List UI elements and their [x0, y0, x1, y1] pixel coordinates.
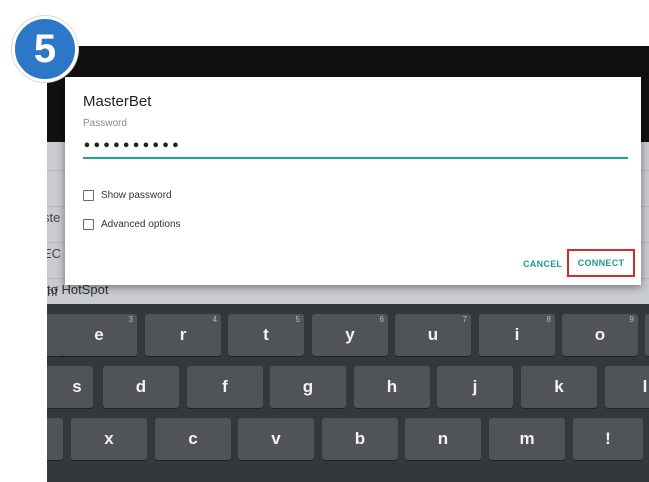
key-l[interactable]: l [605, 366, 649, 408]
key-k[interactable]: k [521, 366, 597, 408]
key-hint: 9 [629, 315, 634, 324]
key-i[interactable]: i 8 [479, 314, 555, 356]
step-number-badge: 5 [12, 16, 78, 82]
key-j[interactable]: j [437, 366, 513, 408]
wifi-password-dialog: MasterBet Password Show password Advance… [65, 77, 641, 285]
key-n[interactable]: n [405, 418, 481, 460]
key-y[interactable]: y 6 [312, 314, 388, 356]
key-label: d [135, 377, 147, 396]
password-label: Password [83, 118, 127, 129]
key-g[interactable]: g [270, 366, 346, 408]
key-hint: 6 [379, 315, 384, 324]
key-label: l [642, 377, 648, 396]
advanced-options-label: Advanced options [101, 218, 181, 230]
key-exclamation[interactable]: ! [573, 418, 643, 460]
key-e[interactable]: e 3 [61, 314, 137, 356]
key-c[interactable]: c [155, 418, 231, 460]
key-label: j [472, 377, 478, 396]
key-label: ! [605, 429, 611, 448]
dialog-title: MasterBet [83, 93, 152, 110]
connect-button[interactable]: CONNECT [578, 258, 625, 268]
key-s[interactable]: s [47, 366, 93, 408]
key-x[interactable]: x [71, 418, 147, 460]
key-u[interactable]: u 7 [395, 314, 471, 356]
key-label: h [386, 377, 398, 396]
page: ste EC nf to HotSpot 2 e 3 r 4 t 5 [0, 0, 649, 482]
key-label: f [222, 377, 228, 396]
key-hint: 3 [128, 315, 133, 324]
key-b[interactable]: b [322, 418, 398, 460]
key[interactable] [645, 314, 649, 356]
password-input[interactable] [83, 135, 628, 159]
key-label: t [263, 325, 269, 344]
key-label: v [271, 429, 281, 448]
key-v[interactable]: v [238, 418, 314, 460]
connect-highlight-box: CONNECT [567, 249, 635, 277]
show-password-row[interactable]: Show password [83, 187, 172, 203]
key-d[interactable]: d [103, 366, 179, 408]
cancel-button[interactable]: CANCEL [523, 259, 562, 269]
key-label: r [179, 325, 187, 344]
key-h[interactable]: h [354, 366, 430, 408]
key-r[interactable]: r 4 [145, 314, 221, 356]
key-hint: 4 [212, 315, 217, 324]
key-label: m [519, 429, 535, 448]
key-f[interactable]: f [187, 366, 263, 408]
key-hint: 8 [546, 315, 551, 324]
key-label: i [514, 325, 520, 344]
show-password-checkbox[interactable] [83, 189, 94, 201]
key-m[interactable]: m [489, 418, 565, 460]
key-hint: 5 [295, 315, 300, 324]
on-screen-keyboard: 2 e 3 r 4 t 5 y 6 u 7 i [47, 304, 649, 482]
key-label: n [437, 429, 449, 448]
key-label: k [554, 377, 564, 396]
list-item[interactable]: EC [47, 246, 61, 261]
key-label: u [427, 325, 439, 344]
key-label: o [594, 325, 606, 344]
key-label: g [302, 377, 314, 396]
key-hint: 7 [462, 315, 467, 324]
show-password-label: Show password [101, 189, 172, 201]
key-label: x [104, 429, 114, 448]
key-o[interactable]: o 9 [562, 314, 638, 356]
key-label: e [94, 325, 104, 344]
key-label: s [72, 377, 82, 396]
shift-key[interactable] [47, 418, 63, 460]
advanced-options-row[interactable]: Advanced options [83, 216, 181, 232]
list-item[interactable]: ste [47, 210, 60, 225]
key-label: c [188, 429, 198, 448]
key-label: y [345, 325, 355, 344]
key-t[interactable]: t 5 [228, 314, 304, 356]
key-label: b [354, 429, 366, 448]
advanced-options-checkbox[interactable] [83, 218, 94, 230]
